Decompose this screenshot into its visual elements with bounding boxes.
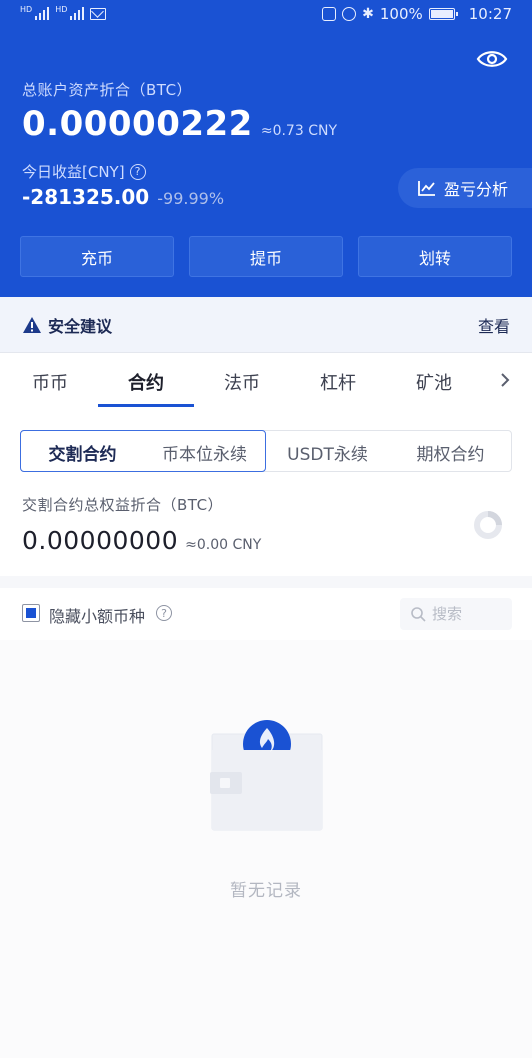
search-box[interactable] [400, 598, 512, 630]
signal-icon: HD [20, 6, 50, 20]
bluetooth-icon: ✱ [362, 6, 374, 22]
segment-coin-perpetual[interactable]: 币本位永续 [143, 440, 266, 465]
tab-active-indicator [98, 404, 194, 407]
contract-type-segment: 交割合约 币本位永续 USDT永续 期权合约 [20, 430, 512, 472]
signal-icon: HD [55, 6, 85, 20]
tab-margin[interactable]: 杠杆 [298, 369, 378, 395]
account-header: HD HD ✱ 100% 10:27 总账户资产折合（BTC） 0.000002… [0, 0, 532, 297]
contract-equity-row: 0.00000000 ≈0.00 CNY [22, 526, 261, 555]
tab-spot[interactable]: 币币 [10, 369, 90, 395]
empty-state-text: 暂无记录 [230, 881, 302, 901]
battery-percent: 100% [379, 5, 423, 23]
mail-icon [90, 7, 107, 20]
withdraw-button[interactable]: 提币 [189, 236, 343, 277]
chevron-right-icon[interactable] [498, 371, 512, 389]
trend-chart-icon [418, 181, 435, 196]
search-input[interactable] [432, 605, 502, 623]
contract-equity-cny: ≈0.00 CNY [185, 537, 262, 553]
security-banner[interactable]: 安全建议 查看 [0, 297, 532, 353]
status-bar: HD HD ✱ 100% 10:27 [0, 0, 532, 32]
pie-chart-icon[interactable] [472, 509, 504, 541]
battery-icon [428, 8, 458, 20]
pl-analysis-button[interactable]: 盈亏分析 [398, 168, 532, 208]
hide-small-checkbox[interactable] [22, 604, 40, 622]
contract-equity-value: 0.00000000 [22, 526, 179, 555]
today-income-percent: -99.99% [157, 189, 225, 208]
empty-state-area [0, 640, 532, 1058]
segment-options[interactable]: 期权合约 [389, 440, 512, 465]
account-tabs: 币币 合约 法币 杠杆 矿池 [0, 353, 532, 409]
contract-equity-label: 交割合约总权益折合（BTC） [22, 496, 224, 514]
tab-fiat[interactable]: 法币 [202, 369, 282, 395]
status-right: ✱ 100% 10:27 [322, 5, 512, 23]
help-icon[interactable]: ? [129, 163, 146, 180]
empty-wallet-illustration [210, 720, 323, 831]
tab-contract[interactable]: 合约 [106, 369, 186, 395]
security-view-link[interactable]: 查看 [478, 313, 510, 337]
transfer-button[interactable]: 划转 [358, 236, 512, 277]
clock: 10:27 [468, 5, 512, 23]
segment-delivery[interactable]: 交割合约 [21, 440, 144, 465]
total-assets-row: 0.00000222 ≈0.73 CNY [22, 104, 337, 144]
pl-analysis-label: 盈亏分析 [444, 180, 509, 199]
search-icon [411, 607, 426, 622]
alarm-icon [342, 7, 357, 21]
total-assets-cny: ≈0.73 CNY [260, 123, 337, 139]
today-income-label: 今日收益[CNY] ? [22, 161, 146, 182]
deposit-button[interactable]: 充币 [20, 236, 174, 277]
filter-row: 隐藏小额币种 ? [0, 588, 532, 640]
warning-icon [23, 316, 41, 333]
nfc-icon [322, 7, 337, 21]
section-divider [0, 576, 532, 588]
total-assets-value: 0.00000222 [22, 104, 253, 144]
today-income-label-text: 今日收益[CNY] [22, 163, 125, 181]
segment-usdt-perpetual[interactable]: USDT永续 [266, 440, 389, 465]
status-left: HD HD [20, 6, 107, 20]
today-income-row: -281325.00 -99.99% [22, 185, 224, 209]
security-title: 安全建议 [48, 316, 113, 336]
today-income-value: -281325.00 [22, 185, 150, 209]
total-assets-label: 总账户资产折合（BTC） [22, 81, 193, 99]
tab-pool[interactable]: 矿池 [394, 369, 474, 395]
hide-small-label[interactable]: 隐藏小额币种 [49, 603, 145, 627]
eye-icon[interactable] [476, 48, 508, 70]
help-icon[interactable]: ? [156, 605, 172, 621]
